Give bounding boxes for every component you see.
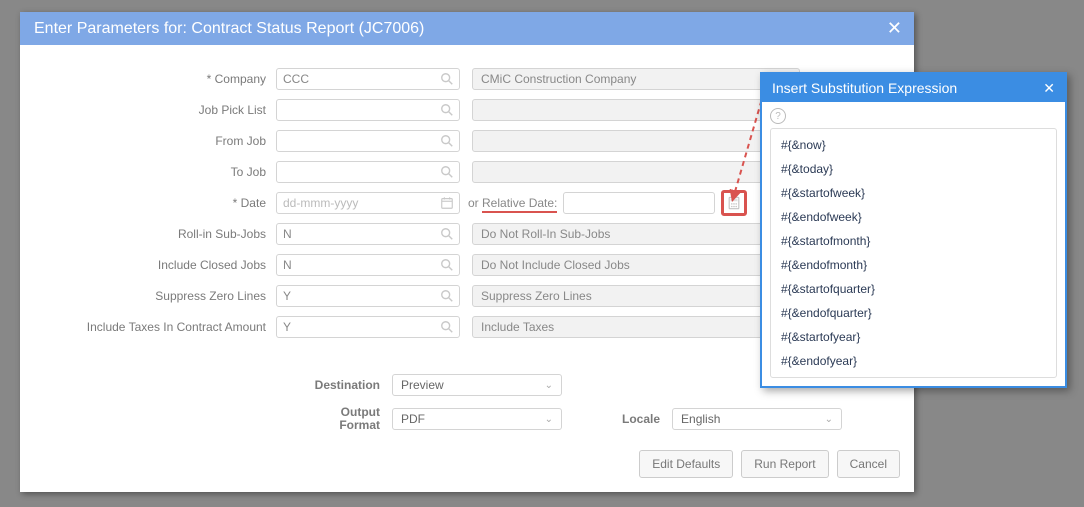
rollin-input[interactable]: N xyxy=(276,223,460,245)
chevron-down-icon: ⌄ xyxy=(825,414,833,425)
search-icon xyxy=(440,320,454,334)
suppresszero-desc: Suppress Zero Lines xyxy=(472,285,800,307)
date-input[interactable]: dd-mmm-yyyy xyxy=(276,192,460,214)
date-placeholder: dd-mmm-yyyy xyxy=(283,196,358,210)
label-tojob: To Job xyxy=(20,165,276,179)
label-destination: Destination xyxy=(20,378,392,392)
relative-date-input[interactable] xyxy=(563,192,715,214)
suppresszero-input[interactable]: Y xyxy=(276,285,460,307)
substitution-popup: Insert Substitution Expression ✕ ? #{&no… xyxy=(760,72,1067,388)
label-includeclosed: Include Closed Jobs xyxy=(20,258,276,272)
panel-header: Enter Parameters for: Contract Status Re… xyxy=(20,12,914,45)
label-rollin: Roll-in Sub-Jobs xyxy=(20,227,276,241)
label-suppresszero: Suppress Zero Lines xyxy=(20,289,276,303)
expression-item[interactable]: #{&startofyear} xyxy=(771,325,1056,349)
expression-item[interactable]: #{&endofweek} xyxy=(771,205,1056,229)
label-locale: Locale xyxy=(622,412,672,426)
company-desc: CMiC Construction Company xyxy=(472,68,800,90)
expression-item[interactable]: #{&startofquarter} xyxy=(771,277,1056,301)
expression-item[interactable]: #{&endofquarter} xyxy=(771,301,1056,325)
label-includetaxes: Include Taxes In Contract Amount xyxy=(20,320,276,334)
expression-list: #{&now}#{&today}#{&startofweek}#{&endofw… xyxy=(770,128,1057,378)
search-icon xyxy=(440,227,454,241)
label-outputformat: OutputFormat xyxy=(20,406,392,432)
panel-title: Enter Parameters for: Contract Status Re… xyxy=(34,20,424,38)
popup-header: Insert Substitution Expression ✕ xyxy=(762,74,1065,102)
search-icon xyxy=(440,134,454,148)
chevron-down-icon: ⌄ xyxy=(545,414,553,425)
expression-item[interactable]: #{&startofweek} xyxy=(771,181,1056,205)
jobpicklist-input[interactable] xyxy=(276,99,460,121)
outputformat-select[interactable]: PDF ⌄ xyxy=(392,408,562,430)
cancel-button[interactable]: Cancel xyxy=(837,450,900,478)
calendar-icon xyxy=(440,196,454,210)
expression-item[interactable]: #{&endofmonth} xyxy=(771,253,1056,277)
search-icon xyxy=(440,72,454,86)
label-jobpicklist: Job Pick List xyxy=(20,103,276,117)
tojob-desc xyxy=(472,161,800,183)
label-date: Date xyxy=(20,196,276,210)
calculator-icon xyxy=(727,196,741,210)
fromjob-desc xyxy=(472,130,800,152)
run-report-button[interactable]: Run Report xyxy=(741,450,828,478)
popup-title: Insert Substitution Expression xyxy=(772,80,957,96)
close-icon[interactable]: ✕ xyxy=(1043,80,1055,97)
search-icon xyxy=(440,103,454,117)
jobpicklist-desc xyxy=(472,99,800,121)
locale-select[interactable]: English ⌄ xyxy=(672,408,842,430)
includeclosed-desc: Do Not Include Closed Jobs xyxy=(472,254,800,276)
help-icon[interactable]: ? xyxy=(770,108,786,124)
search-icon xyxy=(440,289,454,303)
destination-select[interactable]: Preview ⌄ xyxy=(392,374,562,396)
fromjob-input[interactable] xyxy=(276,130,460,152)
includetaxes-input[interactable]: Y xyxy=(276,316,460,338)
search-icon xyxy=(440,258,454,272)
tojob-input[interactable] xyxy=(276,161,460,183)
expression-item[interactable]: #{&endofyear} xyxy=(771,349,1056,373)
search-icon xyxy=(440,165,454,179)
includeclosed-input[interactable]: N xyxy=(276,254,460,276)
expression-item[interactable]: #{&today} xyxy=(771,157,1056,181)
company-value: CCC xyxy=(283,72,309,86)
label-company: Company xyxy=(20,72,276,86)
chevron-down-icon: ⌄ xyxy=(545,380,553,391)
rollin-desc: Do Not Roll-In Sub-Jobs xyxy=(472,223,800,245)
substitution-button[interactable] xyxy=(721,190,747,216)
expression-item[interactable]: #{&startofmonth} xyxy=(771,229,1056,253)
close-icon[interactable]: ✕ xyxy=(887,18,902,39)
includetaxes-desc: Include Taxes xyxy=(472,316,800,338)
edit-defaults-button[interactable]: Edit Defaults xyxy=(639,450,733,478)
company-input[interactable]: CCC xyxy=(276,68,460,90)
expression-item[interactable]: #{&now} xyxy=(771,133,1056,157)
relative-date-label: or Relative Date: xyxy=(468,196,557,210)
label-fromjob: From Job xyxy=(20,134,276,148)
